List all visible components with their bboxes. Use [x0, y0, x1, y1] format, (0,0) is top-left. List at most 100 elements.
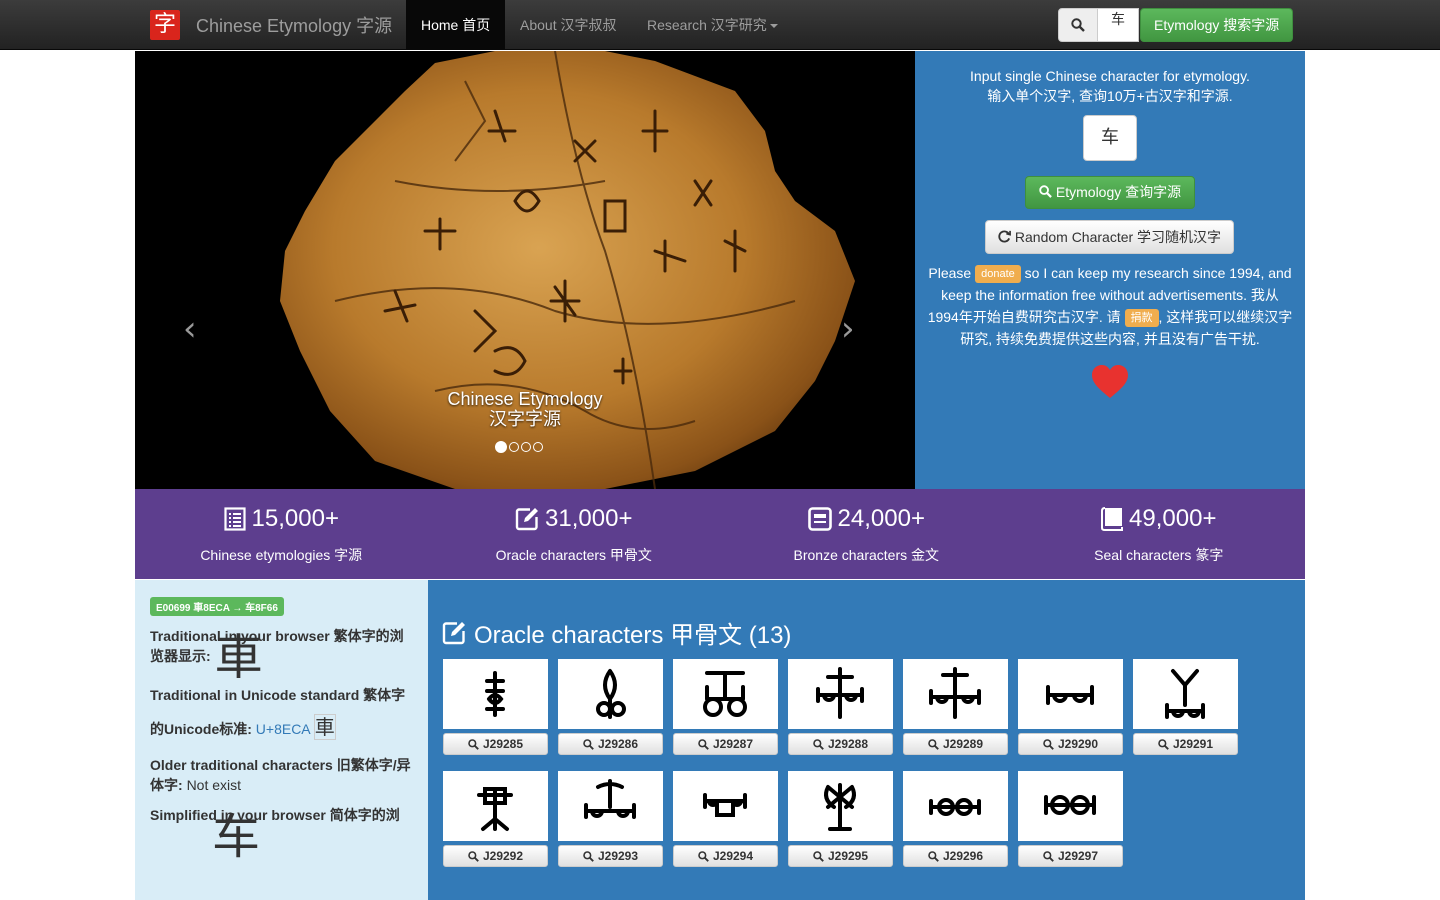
stat-number: 31,000+ [545, 505, 633, 532]
nav-search-input[interactable]: 车 [1098, 8, 1139, 42]
etymology-query-button[interactable]: Etymology 查询字源 [1025, 176, 1196, 209]
oracle-glyph-image[interactable] [788, 771, 893, 841]
oracle-glyph-button[interactable]: J29293 [558, 845, 663, 867]
oracle-glyph-label: J29297 [1057, 849, 1099, 863]
carousel-caption-zh: 汉字字源 [489, 409, 561, 429]
oracle-glyph-image[interactable] [788, 659, 893, 729]
oracle-glyph-card: J29295 [788, 771, 893, 867]
search-icon[interactable] [1058, 8, 1098, 42]
brand-logo: 字 [150, 10, 180, 40]
carousel-dot[interactable] [509, 442, 519, 452]
carousel-prev-button[interactable]: ‹ [183, 309, 197, 349]
oracle-glyph-image[interactable] [1018, 659, 1123, 729]
stat-number: 15,000+ [251, 505, 339, 532]
oracle-section-title: Oracle characters 甲骨文 (13) [442, 615, 791, 650]
search-icon [813, 738, 824, 750]
oracle-glyph-image[interactable] [903, 659, 1008, 729]
oracle-glyph-label: J29296 [942, 849, 984, 863]
stat-etymologies: 15,000+ Chinese etymologies 字源 [135, 489, 428, 579]
oracle-glyph-image[interactable] [673, 659, 778, 729]
unicode-link[interactable]: U+8ECA [256, 721, 310, 737]
older-traditional-value: Not exist [186, 777, 242, 794]
oracle-glyph-label: J29293 [597, 849, 639, 863]
donate-link[interactable]: donate [975, 265, 1021, 284]
search-icon [1158, 738, 1169, 750]
donate-message: Please donate so I can keep my research … [927, 262, 1293, 350]
oracle-glyph-button[interactable]: J29288 [788, 733, 893, 755]
random-character-button[interactable]: Random Character 学习随机汉字 [985, 220, 1235, 254]
nav-research[interactable]: Research 汉字研究 [632, 0, 793, 50]
heart-icon[interactable] [1091, 364, 1129, 400]
stat-oracle: 31,000+ Oracle characters 甲骨文 [428, 489, 721, 579]
carousel-dot[interactable] [495, 441, 507, 453]
oracle-glyph-button[interactable]: J29287 [673, 733, 778, 755]
stat-label: Chinese etymologies 字源 [200, 547, 363, 563]
hero-carousel: ‹ › Chinese Etymology 汉字字源 [135, 51, 915, 489]
oracle-glyph-button[interactable]: J29296 [903, 845, 1008, 867]
oracle-glyph-image[interactable] [443, 659, 548, 729]
oracle-glyph-card: J29293 [558, 771, 663, 867]
bronze-icon [807, 507, 832, 531]
donate-text: Please [928, 265, 972, 281]
oracle-glyph-card: J29294 [673, 771, 778, 867]
oracle-glyph-image[interactable] [558, 771, 663, 841]
traditional-glyph: 車 [214, 629, 263, 686]
oracle-glyph-card: J29290 [1018, 659, 1123, 755]
traditional-unicode-row: Traditional in Unicode standard 繁体字的Unic… [150, 679, 413, 745]
oracle-glyph-image[interactable] [443, 771, 548, 841]
nav-search-button[interactable]: Etymology 搜索字源 [1140, 8, 1294, 42]
nav-about[interactable]: About 汉字叔叔 [505, 0, 631, 50]
oracle-glyph-image[interactable] [903, 771, 1008, 841]
oracle-glyph-image[interactable] [1133, 659, 1238, 729]
oracle-glyph-button[interactable]: J29291 [1133, 733, 1238, 755]
search-icon [928, 738, 939, 750]
search-panel: Input single Chinese character for etymo… [915, 51, 1305, 489]
oracle-glyph-image[interactable] [558, 659, 663, 729]
oracle-glyph-card: J29292 [443, 771, 548, 867]
carousel-dot[interactable] [533, 442, 543, 452]
simplified-browser-label: Simplified in your browser 简体字的浏 [150, 807, 400, 824]
carousel-caption-en: Chinese Etymology [447, 389, 603, 409]
etymology-query-label: Etymology 查询字源 [1055, 184, 1182, 200]
oracle-glyph-label: J29294 [712, 849, 754, 863]
oracle-glyph-button[interactable]: J29286 [558, 733, 663, 755]
brand-link[interactable]: 字 Chinese Etymology 字源 [150, 10, 392, 40]
oracle-glyph-card: J29287 [673, 659, 778, 755]
oracle-glyph-button[interactable]: J29294 [673, 845, 778, 867]
oracle-glyph-image[interactable] [1018, 771, 1123, 841]
search-icon [698, 738, 709, 750]
stat-label: Seal characters 篆字 [1094, 547, 1224, 563]
refresh-icon [998, 230, 1011, 243]
oracle-glyph-label: J29287 [712, 737, 754, 751]
search-icon [468, 850, 479, 862]
search-icon [813, 850, 824, 862]
carousel-dot[interactable] [521, 442, 531, 452]
search-icon [928, 850, 939, 862]
search-intro-zh: 输入单个汉字, 查询10万+古汉字和字源. [987, 88, 1233, 104]
stats-bar: 15,000+ Chinese etymologies 字源 31,000+ O… [135, 489, 1305, 579]
oracle-glyph-button[interactable]: J29290 [1018, 733, 1123, 755]
oracle-glyph-image[interactable] [673, 771, 778, 841]
edit-icon [442, 621, 465, 644]
oracle-glyph-button[interactable]: J29297 [1018, 845, 1123, 867]
oracle-glyph-label: J29291 [1172, 737, 1214, 751]
top-navbar: 字 Chinese Etymology 字源 Home 首页 About 汉字叔… [0, 0, 1440, 50]
oracle-glyph-card: J29296 [903, 771, 1008, 867]
character-code-badge: E00699 車8ECA → 车8F66 [150, 597, 284, 616]
carousel-indicators [495, 441, 543, 453]
donate-link-zh[interactable]: 捐款 [1124, 309, 1159, 328]
oracle-glyph-button[interactable]: J29285 [443, 733, 548, 755]
search-icon [583, 850, 594, 862]
list-icon [223, 507, 246, 531]
character-input[interactable]: 车 [1083, 115, 1137, 161]
oracle-glyph-button[interactable]: J29295 [788, 845, 893, 867]
carousel-next-button[interactable]: › [841, 309, 855, 349]
oracle-glyph-button[interactable]: J29289 [903, 733, 1008, 755]
nav-home[interactable]: Home 首页 [406, 0, 506, 50]
oracle-glyph-label: J29285 [482, 737, 524, 751]
nav-search-group: 车 [1058, 8, 1139, 42]
oracle-glyph-label: J29286 [597, 737, 639, 751]
oracle-glyph-button[interactable]: J29292 [443, 845, 548, 867]
search-icon [1039, 185, 1052, 198]
search-icon [468, 738, 479, 750]
